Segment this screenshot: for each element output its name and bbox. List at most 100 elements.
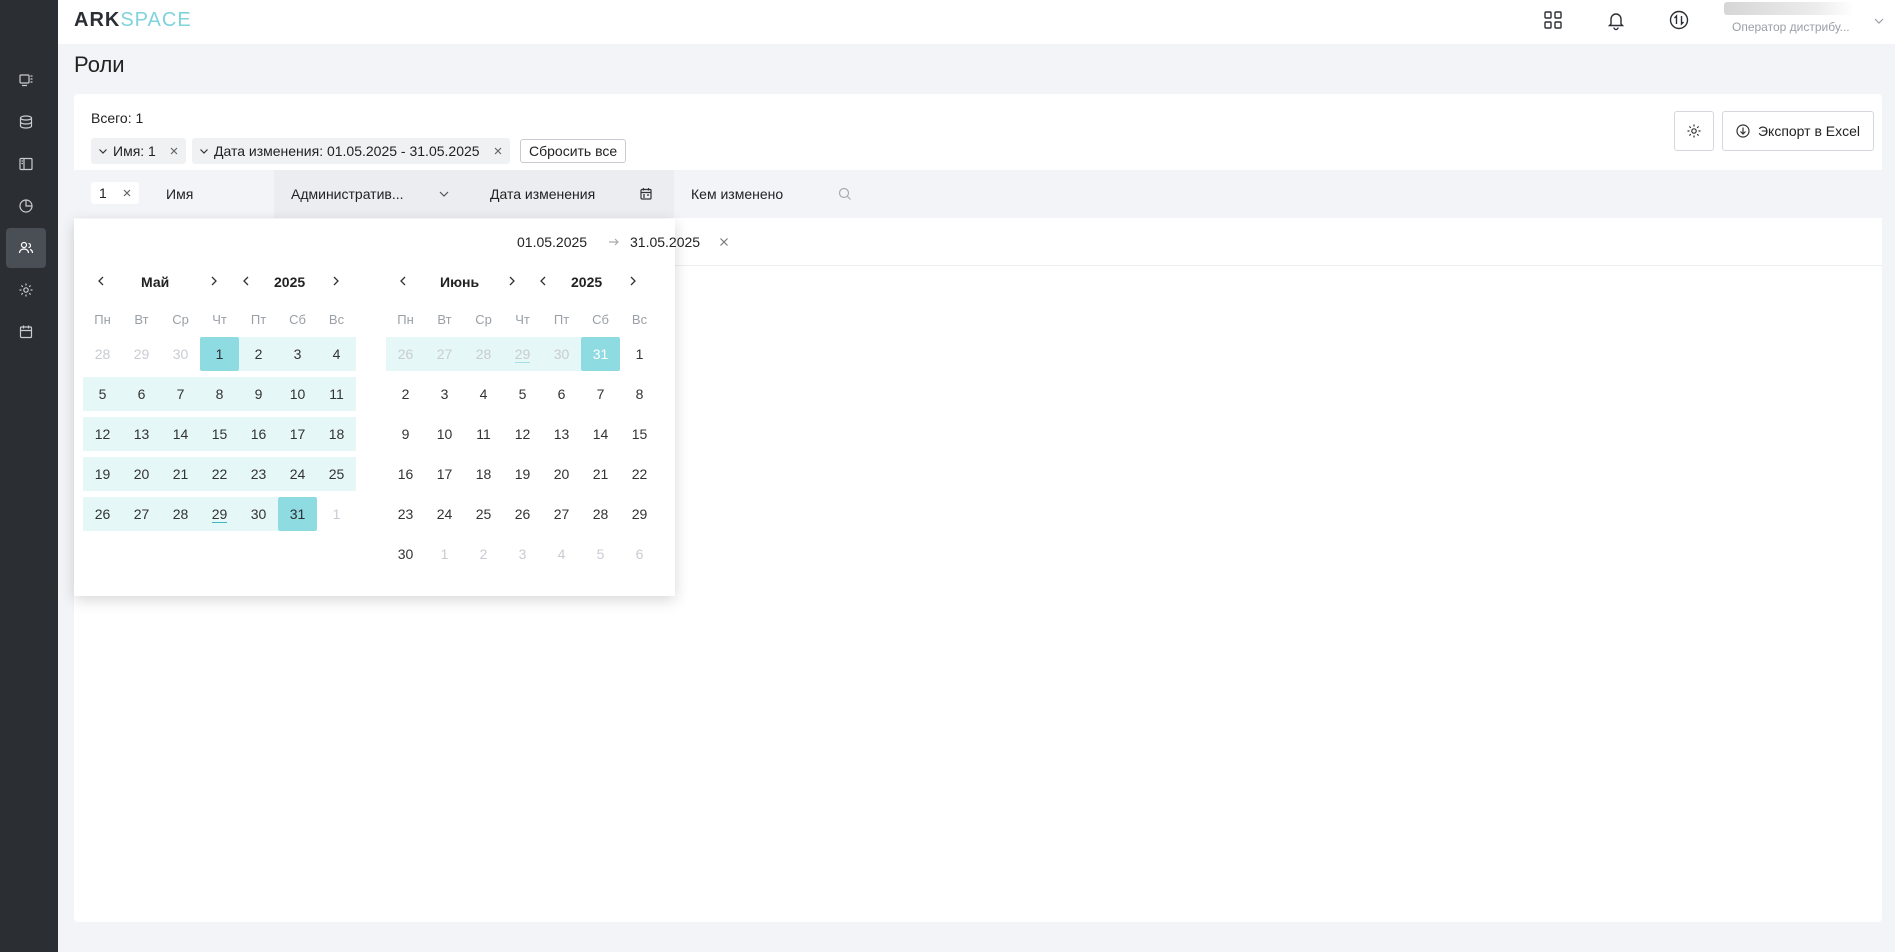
calendar-day[interactable]: 5 [503,377,542,411]
calendar-day[interactable]: 30 [161,337,200,371]
notifications-button[interactable] [1604,8,1628,32]
table-settings-button[interactable] [1674,111,1714,151]
clear-icon[interactable] [718,236,730,248]
calendar-day[interactable]: 24 [278,457,317,491]
calendar-day[interactable]: 1 [200,337,239,371]
calendar-day[interactable]: 3 [278,337,317,371]
prev-month-icon[interactable] [396,274,410,288]
calendar-day[interactable]: 9 [386,417,425,451]
calendar-day[interactable]: 28 [581,497,620,531]
calendar-day[interactable]: 14 [581,417,620,451]
calendar-day[interactable]: 18 [317,417,356,451]
month-label[interactable]: Июнь [440,274,479,290]
calendar-day[interactable]: 1 [620,337,659,371]
chevron-down-icon[interactable] [437,187,451,201]
calendar-day[interactable]: 24 [425,497,464,531]
sidebar-item-reports[interactable] [6,186,46,226]
calendar-day[interactable]: 27 [542,497,581,531]
calendar-day[interactable]: 29 [503,337,542,371]
calendar-day[interactable]: 10 [425,417,464,451]
calendar-day[interactable]: 2 [464,537,503,571]
sidebar-item-settings[interactable] [6,270,46,310]
calendar-day[interactable]: 23 [239,457,278,491]
calendar-day[interactable]: 22 [200,457,239,491]
calendar-day[interactable]: 8 [200,377,239,411]
close-icon[interactable] [121,187,133,199]
close-icon[interactable] [492,145,504,157]
calendar-day[interactable]: 7 [161,377,200,411]
column-header-date[interactable]: Дата изменения [474,170,674,218]
prev-year-icon[interactable] [536,274,550,288]
calendar-day[interactable]: 12 [503,417,542,451]
calendar-day[interactable]: 2 [386,377,425,411]
calendar-day[interactable]: 22 [620,457,659,491]
calendar-day[interactable]: 21 [581,457,620,491]
calendar-day[interactable]: 3 [425,377,464,411]
next-year-icon[interactable] [329,274,343,288]
sidebar-item-database[interactable] [6,102,46,142]
date-range-input[interactable]: 01.05.2025 31.05.2025 [370,227,728,257]
calendar-day[interactable]: 5 [83,377,122,411]
calendar-day[interactable]: 30 [386,537,425,571]
month-label[interactable]: Май [141,274,169,290]
search-icon[interactable] [838,187,852,201]
calendar-day[interactable]: 15 [200,417,239,451]
app-logo[interactable]: ARKSPACE [74,9,192,32]
user-menu[interactable]: Оператор дистрибу... [1724,0,1894,44]
calendar-day[interactable]: 6 [620,537,659,571]
sidebar-item-monitor[interactable] [6,60,46,100]
calendar-day[interactable]: 2 [239,337,278,371]
calendar-day[interactable]: 10 [278,377,317,411]
column-header-changed-by[interactable]: Кем изменено [674,170,874,218]
year-label[interactable]: 2025 [274,274,305,290]
calendar-day[interactable]: 13 [122,417,161,451]
calendar-day[interactable]: 26 [503,497,542,531]
next-month-icon[interactable] [207,274,221,288]
sidebar-item-users[interactable] [6,228,46,268]
calendar-day[interactable]: 7 [581,377,620,411]
column-header-name[interactable]: Имя [166,170,327,218]
calendar-day[interactable]: 14 [161,417,200,451]
calendar-icon[interactable] [639,187,653,201]
sidebar-item-calendar[interactable] [6,312,46,352]
calendar-day[interactable]: 31 [278,497,317,531]
year-label[interactable]: 2025 [571,274,602,290]
apps-grid-button[interactable] [1541,8,1565,32]
calendar-day[interactable]: 8 [620,377,659,411]
id-filter-input[interactable]: 1 [91,182,139,204]
calendar-day[interactable]: 28 [83,337,122,371]
prev-year-icon[interactable] [239,274,253,288]
calendar-day[interactable]: 31 [581,337,620,371]
range-start-input[interactable]: 01.05.2025 [517,234,587,250]
calendar-day[interactable]: 28 [161,497,200,531]
switch-context-button[interactable] [1667,8,1691,32]
sidebar-item-layout[interactable] [6,144,46,184]
calendar-day[interactable]: 18 [464,457,503,491]
calendar-day[interactable]: 20 [542,457,581,491]
calendar-day[interactable]: 23 [386,497,425,531]
calendar-day[interactable]: 15 [620,417,659,451]
calendar-day[interactable]: 29 [122,337,161,371]
calendar-day[interactable]: 4 [317,337,356,371]
calendar-day[interactable]: 3 [503,537,542,571]
calendar-day[interactable]: 21 [161,457,200,491]
calendar-day[interactable]: 1 [317,497,356,531]
range-end-input[interactable]: 31.05.2025 [630,234,700,250]
calendar-day[interactable]: 20 [122,457,161,491]
calendar-day[interactable]: 6 [122,377,161,411]
calendar-day[interactable]: 30 [542,337,581,371]
next-month-icon[interactable] [505,274,519,288]
calendar-day[interactable]: 13 [542,417,581,451]
calendar-day[interactable]: 19 [83,457,122,491]
calendar-day[interactable]: 29 [200,497,239,531]
calendar-day[interactable]: 27 [425,337,464,371]
calendar-day[interactable]: 12 [83,417,122,451]
prev-month-icon[interactable] [94,274,108,288]
calendar-day[interactable]: 16 [239,417,278,451]
calendar-day[interactable]: 17 [425,457,464,491]
calendar-day[interactable]: 11 [317,377,356,411]
calendar-day[interactable]: 11 [464,417,503,451]
close-icon[interactable] [168,145,180,157]
calendar-day[interactable]: 17 [278,417,317,451]
calendar-day[interactable]: 28 [464,337,503,371]
